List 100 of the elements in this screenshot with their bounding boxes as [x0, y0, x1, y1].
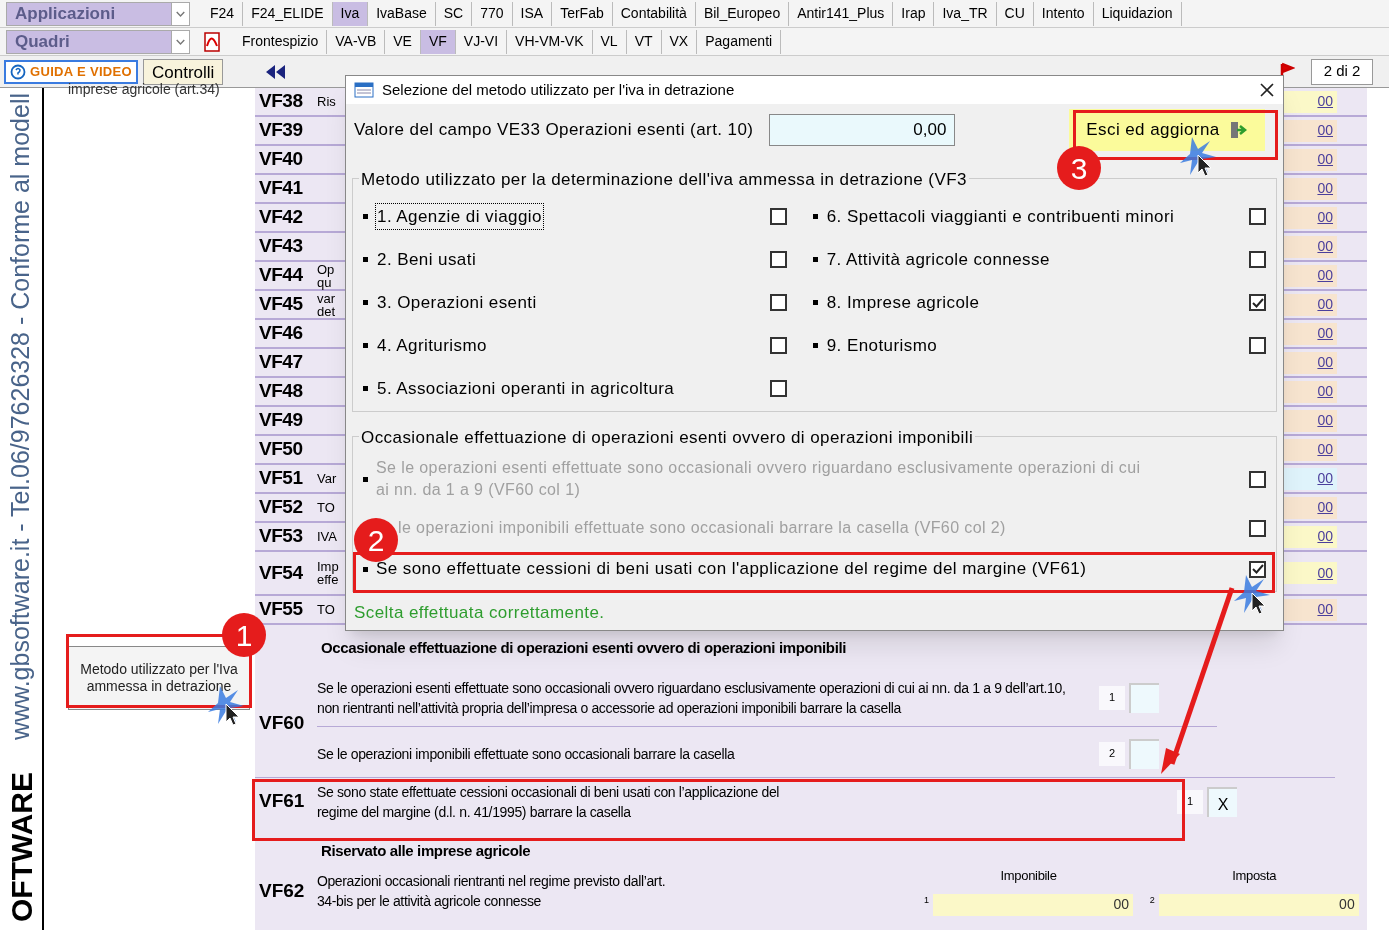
close-icon[interactable]: [1259, 82, 1275, 98]
menu-tab[interactable]: SC: [435, 1, 473, 26]
row-label: TO: [317, 603, 336, 616]
menu-tab[interactable]: F24_ELIDE: [243, 1, 333, 26]
bullet-icon: [363, 476, 368, 482]
bullet-icon: [812, 300, 818, 305]
checkbox[interactable]: [1249, 251, 1266, 268]
row-code: VF62: [258, 878, 306, 903]
checkbox[interactable]: [769, 251, 787, 268]
menu-tab[interactable]: CU: [996, 1, 1034, 26]
bullet-icon: [812, 343, 818, 348]
checkbox[interactable]: [769, 208, 787, 225]
row-code: VF47: [258, 350, 304, 375]
checkbox-field[interactable]: [1129, 682, 1159, 713]
bullet-icon: [363, 257, 368, 262]
row-label: Imp effe: [317, 560, 340, 586]
section-title: Occasionale effettuazione di operazioni esenti ovvero di operazioni imponibili: [321, 638, 848, 658]
menu-tab[interactable]: Pagamenti: [697, 29, 782, 54]
option-label: 9. Enoturismo: [825, 334, 939, 357]
row-code: VF43: [258, 234, 304, 259]
option-label: Se le operazioni esenti effettuate sono occasionali ovvero riguardano esclusivamente operazioni di cui ai nn. da 1 a 9 (VF60 col 1): [376, 458, 1142, 500]
row-code: VF38: [258, 89, 304, 114]
checkbox[interactable]: [769, 337, 787, 354]
option-label: 8. Imprese agricole: [825, 291, 981, 314]
row-code: VF42: [258, 205, 304, 230]
form-text: Operazioni occasionali rientranti nel regime previsto dall’art. 34-bis per le attività agricole connesse: [316, 871, 667, 911]
menu-tab[interactable]: Irap: [893, 1, 935, 26]
checkbox[interactable]: [1249, 294, 1266, 311]
menu-tab[interactable]: F24: [202, 1, 244, 26]
section-dropdown[interactable]: Applicazioni: [6, 1, 190, 26]
checkbox[interactable]: [1249, 560, 1266, 578]
menu-tab[interactable]: IvaBase: [368, 1, 436, 26]
row-label: TO: [317, 501, 336, 514]
menu-tab[interactable]: VT: [626, 29, 662, 54]
column-heading: Imposta: [1232, 867, 1277, 885]
pdf-icon[interactable]: [202, 31, 222, 52]
bullet-icon: [363, 386, 368, 391]
column-heading: Imponibile: [1000, 867, 1057, 885]
menu-tab[interactable]: TerFab: [552, 1, 613, 26]
menu-tab[interactable]: VF: [420, 29, 456, 54]
menu-tab[interactable]: VL: [592, 29, 627, 54]
status-message: Scelta effettuata correttamente.: [354, 602, 606, 624]
row-code: VF52: [258, 495, 304, 520]
row-label: Ris: [317, 95, 337, 108]
bullet-icon: [812, 257, 818, 262]
row-label: IVA: [317, 530, 338, 543]
menu-tab[interactable]: VH-VM-VK: [507, 29, 593, 54]
menu-tab[interactable]: VX: [661, 29, 698, 54]
row-code: VF41: [258, 176, 304, 201]
bullet-icon: [363, 300, 368, 305]
menu-tab[interactable]: Iva_TR: [934, 1, 997, 26]
row-code: VF49: [258, 408, 304, 433]
row-label: Var: [317, 472, 338, 485]
bullet-icon: [363, 214, 368, 219]
menu-tab[interactable]: Frontespizio: [234, 29, 328, 54]
menu-tab[interactable]: Intento: [1033, 1, 1094, 26]
option-label: 1. Agenzie di viaggio: [376, 203, 543, 230]
checkbox[interactable]: [769, 380, 787, 397]
option-label: 6. Spettacoli viaggianti e contribuenti minori: [825, 205, 1176, 228]
box-number: 1: [924, 893, 930, 907]
section-dropdown[interactable]: Quadri: [6, 29, 190, 54]
row-code: VF39: [258, 118, 304, 143]
menu-tab[interactable]: VE: [385, 29, 421, 54]
method-button[interactable]: Metodo utilizzato per l'Iva ammessa in detrazione: [68, 646, 250, 710]
row-code: VF53: [258, 524, 304, 549]
bullet-icon: [812, 214, 818, 219]
box-number: 1: [1099, 685, 1125, 710]
menu-tab[interactable]: Iva: [332, 1, 369, 26]
menu-tab[interactable]: VA-VB: [327, 29, 386, 54]
exit-update-button[interactable]: Esci ed aggiorna: [1069, 109, 1265, 151]
menu-tab[interactable]: Liquidazion: [1093, 1, 1182, 26]
option-label: 4. Agriturismo: [376, 334, 488, 357]
help-icon: [10, 63, 26, 80]
menu-tab[interactable]: Bil_Europeo: [695, 1, 790, 26]
row-code: VF40: [258, 147, 304, 172]
checkbox[interactable]: [1249, 337, 1266, 354]
section-note: imprese agricole (art.34): [67, 82, 221, 96]
bullet-icon: [363, 343, 368, 348]
menu-tab[interactable]: VJ-VI: [455, 29, 508, 54]
row-code: VF48: [258, 379, 304, 404]
dialog-title: Selezione del metodo utilizzato per l'iva in detrazione: [382, 79, 735, 100]
amount-field[interactable]: 00: [1158, 893, 1359, 916]
row-code: VF45: [258, 292, 304, 317]
form-text: Se le operazioni imponibili effettuate sono occasionali barrare la casella: [317, 744, 736, 764]
row-code: VF54: [258, 560, 304, 585]
menu-tab[interactable]: 770: [472, 1, 513, 26]
field-label: Valore del campo VE33 Operazioni esenti (art. 10): [354, 119, 754, 142]
section-title: Riservato alle imprese agricole: [321, 840, 532, 861]
menu-tab[interactable]: ISA: [512, 1, 553, 26]
bullet-icon: [363, 566, 368, 572]
checkbox[interactable]: [1249, 208, 1266, 225]
checkbox-field[interactable]: X: [1207, 786, 1237, 817]
menu-tab[interactable]: Contabilità: [612, 1, 696, 26]
site-vertical-text: www.gbsoftware.it - Tel.06/97626328 - Conforme al modell: [5, 92, 36, 740]
checkbox-field[interactable]: [1129, 738, 1159, 769]
amount-field[interactable]: 00: [933, 893, 1134, 916]
box-number: 1: [1177, 789, 1203, 814]
menu-tab[interactable]: Antir141_Plus: [789, 1, 894, 26]
checkbox[interactable]: [769, 294, 787, 311]
value-field[interactable]: 0,00: [769, 114, 956, 146]
